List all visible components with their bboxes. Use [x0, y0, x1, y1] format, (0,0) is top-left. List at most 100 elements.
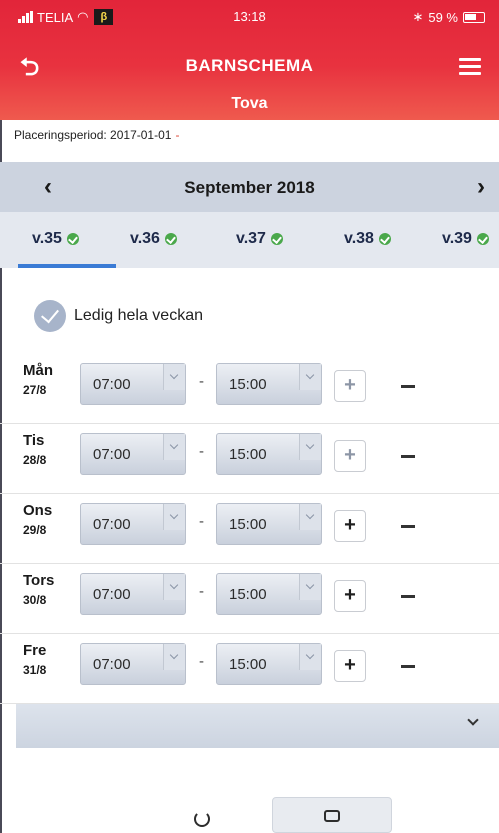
end-time-select[interactable]: 15:00: [216, 503, 322, 545]
end-time-value: 15:00: [229, 656, 267, 673]
end-time-value: 15:00: [229, 516, 267, 533]
save-button[interactable]: [272, 797, 392, 833]
add-time-button[interactable]: +: [334, 650, 366, 682]
chevron-down-icon: [299, 644, 321, 670]
start-time-value: 07:00: [93, 376, 131, 393]
chevron-down-icon: [163, 504, 185, 530]
chevron-down-icon: [299, 574, 321, 600]
end-time-select[interactable]: 15:00: [216, 363, 322, 405]
tab-week-label: v.37: [236, 230, 266, 247]
remove-time-button[interactable]: [398, 650, 422, 680]
start-time-value: 07:00: [93, 586, 131, 603]
day-row-tuesday: Tis 28/8 07:00 - 15:00 +: [0, 424, 499, 494]
remove-time-button[interactable]: [398, 510, 422, 540]
tab-week-38[interactable]: v.38: [344, 230, 391, 248]
refresh-icon[interactable]: [190, 806, 216, 832]
add-time-button[interactable]: +: [334, 440, 366, 472]
check-icon: [270, 233, 283, 245]
end-time-select[interactable]: 15:00: [216, 573, 322, 615]
end-time-value: 15:00: [229, 586, 267, 603]
checkmark-circle-icon: [34, 300, 66, 332]
tab-week-37[interactable]: v.37: [236, 230, 283, 248]
start-time-value: 07:00: [93, 656, 131, 673]
chevron-down-icon: [163, 434, 185, 460]
end-time-select[interactable]: 15:00: [216, 643, 322, 685]
tab-week-label: v.38: [344, 230, 374, 247]
check-icon: [476, 233, 489, 245]
tab-week-39[interactable]: v.39: [442, 230, 489, 248]
start-time-select[interactable]: 07:00: [80, 643, 186, 685]
chevron-down-icon: [467, 714, 479, 726]
next-month-icon[interactable]: ›: [477, 173, 485, 201]
add-time-button[interactable]: +: [334, 580, 366, 612]
chevron-down-icon: [299, 364, 321, 390]
chevron-down-icon: [299, 504, 321, 530]
check-icon: [66, 233, 79, 245]
chevron-down-icon: [163, 574, 185, 600]
start-time-value: 07:00: [93, 516, 131, 533]
day-row-wednesday: Ons 29/8 07:00 - 15:00 +: [0, 494, 499, 564]
chevron-down-icon: [163, 364, 185, 390]
status-right: ∗ 59 %: [412, 9, 485, 25]
day-row-thursday: Tors 30/8 07:00 - 15:00 +: [0, 564, 499, 634]
page-title: BARNSCHEMA: [185, 56, 314, 75]
chevron-down-icon: [163, 644, 185, 670]
start-time-select[interactable]: 07:00: [80, 363, 186, 405]
time-separator: -: [199, 443, 204, 460]
bluetooth-icon: ∗: [412, 9, 424, 24]
day-date: 30/8: [23, 593, 47, 607]
child-name: Tova: [231, 95, 268, 112]
add-time-button[interactable]: +: [334, 370, 366, 402]
tab-week-label: v.36: [130, 230, 160, 247]
start-time-select[interactable]: 07:00: [80, 503, 186, 545]
tab-week-label: v.39: [442, 230, 472, 247]
tab-week-36[interactable]: v.36: [130, 230, 177, 248]
day-name: Ons: [23, 502, 53, 519]
free-week-toggle[interactable]: Ledig hela veckan: [34, 300, 203, 332]
day-row-friday: Fre 31/8 07:00 - 15:00 +: [0, 634, 499, 704]
time-separator: -: [199, 373, 204, 390]
nav-row: ⮌ BARNSCHEMA: [0, 48, 499, 84]
day-name: Tis: [23, 432, 45, 449]
start-time-select[interactable]: 07:00: [80, 573, 186, 615]
end-time-value: 15:00: [229, 446, 267, 463]
status-bar: TELIA ◠ β 13:18 ∗ 59 %: [0, 0, 499, 34]
day-name: Tors: [23, 572, 55, 589]
start-time-value: 07:00: [93, 446, 131, 463]
day-date: 28/8: [23, 453, 47, 467]
time-separator: -: [199, 513, 204, 530]
remove-time-button[interactable]: [398, 440, 422, 470]
tab-week-label: v.35: [32, 230, 62, 247]
month-label: September 2018: [184, 178, 315, 197]
collapsed-section[interactable]: [16, 704, 499, 748]
day-row-monday: Mån 27/8 07:00 - 15:00 +: [0, 354, 499, 424]
start-time-select[interactable]: 07:00: [80, 433, 186, 475]
hamburger-menu-icon[interactable]: [459, 58, 481, 79]
remove-time-button[interactable]: [398, 370, 422, 400]
free-week-label: Ledig hela veckan: [74, 307, 203, 324]
chevron-down-icon: [299, 434, 321, 460]
placement-period-dot: -: [175, 128, 180, 142]
month-navigation: ‹ September 2018 ›: [0, 162, 499, 212]
selected-week-indicator: [18, 264, 116, 268]
tab-week-35[interactable]: v.35: [32, 230, 79, 248]
save-icon: [324, 810, 340, 822]
check-icon: [164, 233, 177, 245]
day-date: 31/8: [23, 663, 47, 677]
add-time-button[interactable]: +: [334, 510, 366, 542]
day-name: Mån: [23, 362, 53, 379]
placement-period-label: Placeringsperiod: 2017-01-01: [14, 128, 172, 142]
battery-text: 59 %: [428, 9, 458, 25]
check-icon: [378, 233, 391, 245]
end-time-value: 15:00: [229, 376, 267, 393]
time-separator: -: [199, 653, 204, 670]
day-name: Fre: [23, 642, 47, 659]
remove-time-button[interactable]: [398, 580, 422, 610]
placement-period: Placeringsperiod: 2017-01-01-: [14, 128, 179, 142]
time-separator: -: [199, 583, 204, 600]
day-date: 29/8: [23, 523, 47, 537]
day-date: 27/8: [23, 383, 47, 397]
end-time-select[interactable]: 15:00: [216, 433, 322, 475]
battery-icon: [463, 11, 485, 23]
app-header: TELIA ◠ β 13:18 ∗ 59 % ⮌ BARNSCHEMA Tova: [0, 0, 499, 120]
